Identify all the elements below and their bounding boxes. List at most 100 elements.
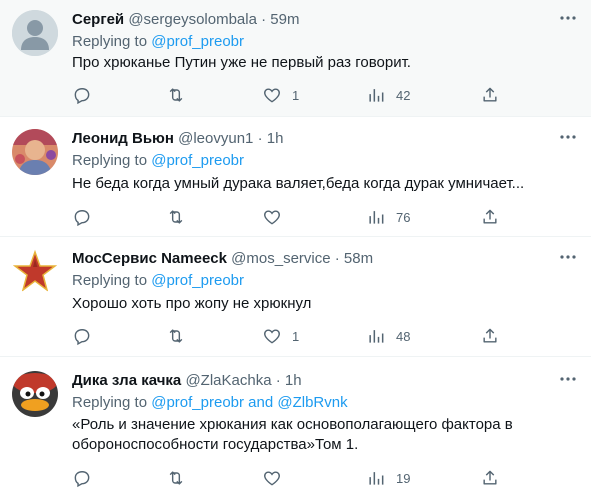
reply-button[interactable] xyxy=(72,468,92,488)
reply-mention-link[interactable]: @prof_preobr xyxy=(151,152,244,169)
separator-dot: · xyxy=(275,372,281,389)
share-icon xyxy=(483,470,497,485)
views-icon xyxy=(369,330,384,343)
more-icon[interactable] xyxy=(559,248,577,271)
separator-dot: · xyxy=(261,11,267,28)
tweet-text: Не беда когда умный дурака валяет,беда к… xyxy=(72,175,525,192)
views-count: 48 xyxy=(396,328,411,344)
retweet-button[interactable] xyxy=(166,468,186,488)
share-icon xyxy=(483,328,497,343)
views-icon xyxy=(369,472,384,485)
like-count: 1 xyxy=(292,328,300,344)
retweet-button[interactable] xyxy=(166,85,186,105)
replying-to: Replying to @prof_preobr xyxy=(72,271,244,290)
replying-to-label: Replying to xyxy=(72,152,148,169)
replying-to: Replying to @prof_preobr xyxy=(72,32,244,51)
user-handle[interactable]: @mos_service xyxy=(231,250,330,267)
tweet-header: Леонид Вьюн @leovyun1 · 1h xyxy=(72,129,283,148)
like-icon xyxy=(264,471,280,486)
replying-to-label: Replying to xyxy=(72,394,148,411)
separator-dot: · xyxy=(334,250,340,267)
display-name[interactable]: Дика зла качка xyxy=(72,372,181,389)
share-button[interactable] xyxy=(480,468,500,488)
views-count: 19 xyxy=(396,470,411,486)
tweet-text: Про хрюканье Путин уже не первый раз гов… xyxy=(72,54,411,71)
separator-dot: · xyxy=(257,130,263,147)
like-button[interactable] xyxy=(262,207,292,227)
display-name[interactable]: МосСервис Nameeck xyxy=(72,250,227,267)
tweet-header: Дика зла качка @ZlaKachka · 1h xyxy=(72,371,302,390)
views-button[interactable]: 19 xyxy=(366,468,410,488)
share-button[interactable] xyxy=(480,85,500,105)
tweet-actions: 1 48 xyxy=(72,326,532,346)
tweet[interactable]: Дика зла качка @ZlaKachka · 1h Replying … xyxy=(0,357,591,503)
reply-icon xyxy=(74,88,90,105)
retweet-button[interactable] xyxy=(166,207,186,227)
reply-button[interactable] xyxy=(72,207,92,227)
reply-mention-link[interactable]: @prof_preobr and @ZlbRvnk xyxy=(151,394,347,411)
retweet-icon xyxy=(169,329,183,343)
replies-feed: Сергей @sergeysolombala · 59m Replying t… xyxy=(0,0,591,503)
default-avatar-icon xyxy=(12,10,58,56)
display-name[interactable]: Сергей xyxy=(72,11,124,28)
retweet-icon xyxy=(169,88,183,102)
user-photo-avatar xyxy=(12,129,58,175)
retweet-icon xyxy=(169,210,183,224)
reply-mention-link[interactable]: @prof_preobr xyxy=(151,272,244,289)
reply-button[interactable] xyxy=(72,85,92,105)
user-handle[interactable]: @sergeysolombala xyxy=(128,11,257,28)
more-icon[interactable] xyxy=(559,9,577,32)
like-button[interactable]: 1 xyxy=(262,85,299,105)
tweet-header: МосСервис Nameeck @mos_service · 58m xyxy=(72,249,373,268)
timestamp[interactable]: 59m xyxy=(270,11,299,28)
tweet-text: «Роль и значение хрюкания как основопола… xyxy=(72,416,513,453)
avatar[interactable] xyxy=(12,371,58,417)
display-name[interactable]: Леонид Вьюн xyxy=(72,130,174,147)
duck-character-avatar xyxy=(12,371,58,417)
timestamp[interactable]: 1h xyxy=(267,130,284,147)
avatar[interactable] xyxy=(12,249,58,295)
like-count: 1 xyxy=(292,87,300,103)
tweet-text: Хорошо хоть про жопу не хрюкнул xyxy=(72,295,312,312)
views-button[interactable]: 48 xyxy=(366,326,410,346)
retweet-button[interactable] xyxy=(166,326,186,346)
kremlin-star-avatar xyxy=(12,249,58,295)
reply-mention-link[interactable]: @prof_preobr xyxy=(151,33,244,50)
tweet-header: Сергей @sergeysolombala · 59m xyxy=(72,10,299,29)
views-icon xyxy=(369,89,384,102)
reply-icon xyxy=(74,210,90,227)
tweet[interactable]: Сергей @sergeysolombala · 59m Replying t… xyxy=(0,0,591,117)
views-count: 42 xyxy=(396,87,411,103)
replying-to: Replying to @prof_preobr and @ZlbRvnk xyxy=(72,393,348,412)
share-icon xyxy=(483,87,497,102)
share-button[interactable] xyxy=(480,326,500,346)
tweet[interactable]: МосСервис Nameeck @mos_service · 58m Rep… xyxy=(0,237,591,357)
reply-icon xyxy=(74,471,90,488)
timestamp[interactable]: 58m xyxy=(344,250,373,267)
replying-to-label: Replying to xyxy=(72,272,148,289)
more-icon[interactable] xyxy=(559,128,577,151)
like-icon xyxy=(264,88,280,103)
avatar[interactable] xyxy=(12,10,58,56)
reply-button[interactable] xyxy=(72,326,92,346)
tweet-actions: 19 xyxy=(72,468,532,488)
replying-to-label: Replying to xyxy=(72,33,148,50)
views-button[interactable]: 42 xyxy=(366,85,410,105)
tweet-actions: 1 42 xyxy=(72,85,532,105)
views-button[interactable]: 76 xyxy=(366,207,410,227)
timestamp[interactable]: 1h xyxy=(285,372,302,389)
more-icon[interactable] xyxy=(559,370,577,393)
like-icon xyxy=(264,329,280,344)
like-icon xyxy=(264,210,280,225)
retweet-icon xyxy=(169,471,183,485)
user-handle[interactable]: @leovyun1 xyxy=(178,130,253,147)
tweet[interactable]: Леонид Вьюн @leovyun1 · 1h Replying to @… xyxy=(0,117,591,237)
tweet-actions: 76 xyxy=(72,207,532,227)
views-count: 76 xyxy=(396,209,411,225)
share-button[interactable] xyxy=(480,207,500,227)
user-handle[interactable]: @ZlaKachka xyxy=(185,372,271,389)
share-icon xyxy=(483,209,497,224)
avatar[interactable] xyxy=(12,129,58,175)
like-button[interactable]: 1 xyxy=(262,326,299,346)
like-button[interactable] xyxy=(262,468,292,488)
